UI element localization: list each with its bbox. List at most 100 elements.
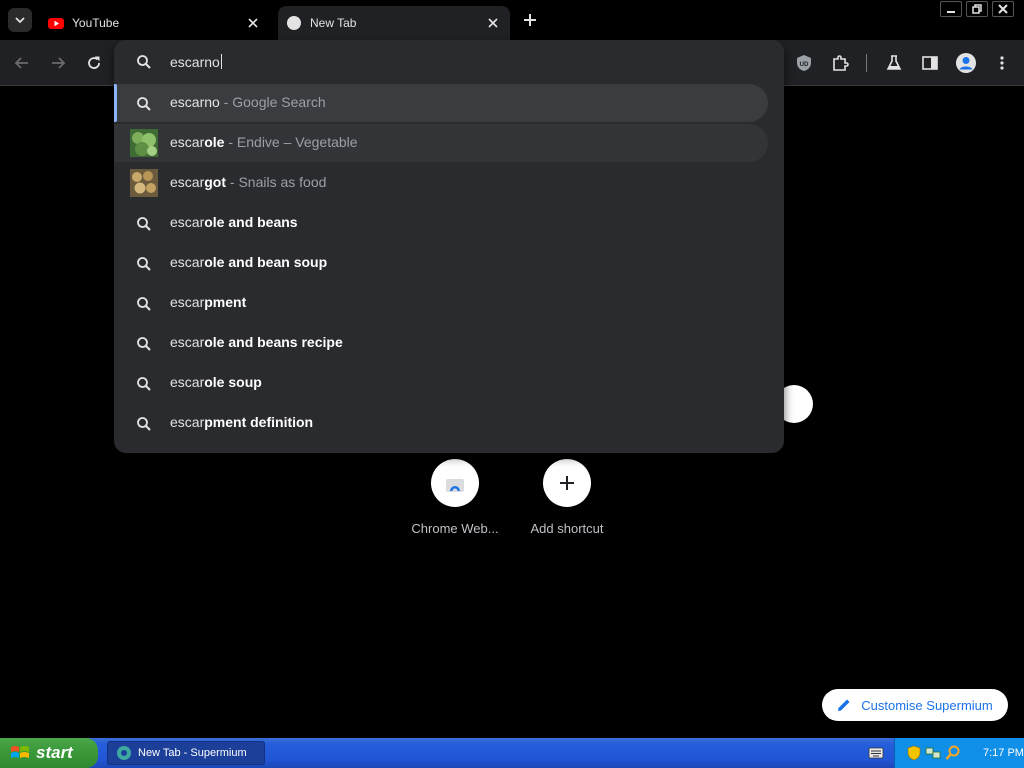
tab-title: YouTube [72,16,120,30]
suggestion-item[interactable]: escarole and bean soup [114,244,768,282]
customise-button[interactable]: Customise Supermium [822,689,1008,721]
arrow-left-icon [14,57,28,69]
suggestion-text: escarpment definition [170,414,313,430]
suggestion-item[interactable]: escarole and beans [114,204,768,242]
forward-button[interactable] [46,51,70,75]
suggestion-completion: ole and beans recipe [204,334,343,350]
shortcut-tile [431,459,479,507]
selection-marker [114,84,117,122]
close-tab-button[interactable] [484,14,502,32]
suggestion-typed-part: escar [170,374,205,390]
close-icon [488,18,498,28]
omnibox-dropdown: escarno escarno - Google Search escarole … [114,40,784,453]
reload-button[interactable] [82,51,106,75]
window-controls [940,1,1014,17]
suggestion-text: escarole soup [170,374,262,390]
tab-title: New Tab [310,16,357,30]
plus-icon [560,476,574,490]
close-tab-button[interactable] [244,14,262,32]
search-icon [137,55,151,69]
system-tray: 7:17 PM [894,738,1024,768]
suggestion-typed-part: escar [170,294,205,310]
chevron-down-icon [15,17,25,24]
escarole-thumbnail [130,129,158,157]
search-tray-icon[interactable] [945,745,961,761]
suggestion-typed-part: escar [170,334,205,350]
suggestion-text: escarpment [170,294,246,310]
suggestion-text: escarole and bean soup [170,254,327,270]
pencil-icon [838,699,850,711]
suggestion-typed-part: escar [170,214,205,230]
suggestion-item[interactable]: escarpment [114,284,768,322]
suggestion-description: - Snails as food [226,174,327,190]
windows-logo-icon [11,746,29,758]
suggestion-completion: got [204,174,226,190]
taskbar-item-supermium[interactable]: New Tab - Supermium [107,741,265,765]
search-icon [136,256,152,272]
suggestion-item[interactable]: escargot - Snails as food [114,164,768,202]
minimize-button[interactable] [940,1,962,17]
supermium-icon [117,746,131,760]
puzzle-icon [833,55,849,71]
back-button[interactable] [10,51,34,75]
suggestion-item[interactable]: escarno - Google Search [114,84,768,122]
search-icon [136,96,152,112]
extensions-button[interactable] [828,51,852,75]
suggestion-text: escargot - Snails as food [170,174,326,190]
side-panel-icon [922,56,938,70]
suggestion-item[interactable]: escarole - Endive – Vegetable [114,124,768,162]
tab-youtube[interactable]: YouTube [40,6,270,40]
new-tab-button[interactable] [518,8,542,32]
text-caret [220,54,222,69]
side-panel-button[interactable] [918,51,942,75]
shield-icon: UD [797,55,811,71]
search-icon [136,216,152,232]
start-button[interactable]: start [0,738,98,768]
search-icon [136,296,152,312]
restore-icon [972,4,982,14]
suggestion-completion: pment definition [204,414,314,430]
more-vert-icon [1000,56,1004,70]
keyboard-icon[interactable] [868,746,884,760]
labs-button[interactable] [882,51,906,75]
flask-icon [886,55,902,70]
suggestion-text: escarole - Endive – Vegetable [170,134,358,150]
restore-button[interactable] [966,1,988,17]
ublock-extension-button[interactable]: UD [792,51,816,75]
suggestion-item[interactable]: escarole soup [114,364,768,402]
suggestion-text: escarole and beans [170,214,298,230]
shortcut-label: Add shortcut [530,521,604,536]
network-icon[interactable] [925,745,941,761]
suggestion-text: escarno - Google Search [170,94,326,110]
suggestion-typed-part: escar [170,254,205,270]
tab-search-button[interactable] [8,8,32,32]
toolbar-divider [866,54,867,72]
suggestion-item[interactable]: escarole and beans recipe [114,324,768,362]
taskbar: start New Tab - Supermium 7:17 PM [0,738,1024,768]
menu-button[interactable] [990,51,1014,75]
shortcut-add[interactable]: Add shortcut [512,459,622,536]
youtube-icon [48,18,64,29]
close-icon [248,18,258,28]
suggestion-completion: ole and beans [204,214,298,230]
tab-new-tab[interactable]: New Tab [278,6,510,40]
globe-icon [287,16,301,30]
search-icon [136,336,152,352]
reload-icon [88,56,100,69]
suggestion-item[interactable]: escarpment definition [114,404,768,442]
avatar-icon [956,53,976,73]
svg-text:UD: UD [800,62,809,68]
suggestion-completion: ole soup [204,374,262,390]
suggestion-typed-part: escar [170,134,205,150]
profile-button[interactable] [954,51,978,75]
suggestion-description: - Google Search [219,94,326,110]
suggestion-completion: ole [204,134,225,150]
shortcut-chrome-web-store[interactable]: Chrome Web... [400,459,510,536]
address-bar[interactable]: escarno [114,40,784,84]
arrow-right-icon [52,57,66,69]
suggestion-typed-part: escar [170,414,205,430]
security-shield-icon[interactable] [907,745,921,761]
address-input[interactable]: escarno [170,54,222,70]
taskbar-item-label: New Tab - Supermium [138,747,247,759]
close-window-button[interactable] [992,1,1014,17]
